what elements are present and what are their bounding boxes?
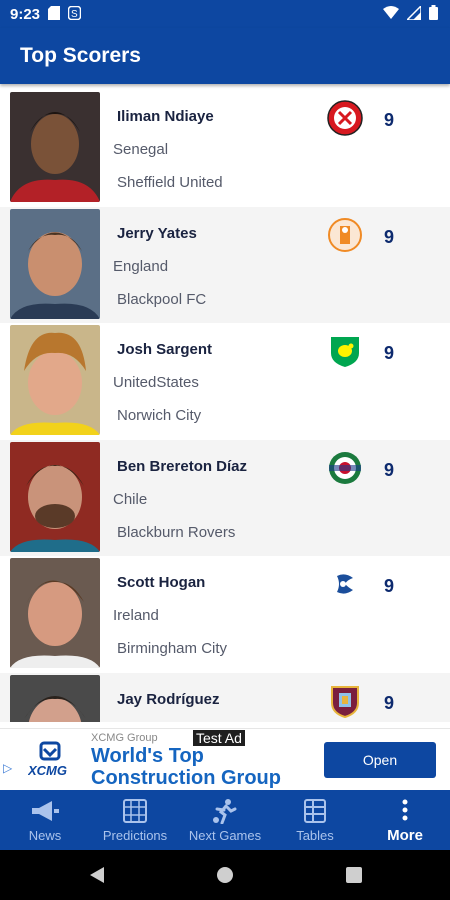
player-name: Jerry Yates [117, 224, 197, 242]
player-country: UnitedStates [113, 374, 199, 391]
player-kick-icon [212, 798, 238, 824]
nav-tables-label: Tables [296, 827, 334, 843]
goal-count: 9 [384, 110, 395, 130]
system-nav-bar [0, 850, 450, 900]
scorer-row[interactable]: Jerry Yates England Blackpool FC 9 [0, 206, 450, 323]
player-team: Birmingham City [117, 640, 228, 657]
goal-count: 9 [384, 343, 395, 363]
scorer-row[interactable]: Scott Hogan Ireland Birmingham City 9 [0, 556, 450, 673]
ad-open-button[interactable]: Open [324, 742, 436, 778]
table-icon [304, 798, 326, 824]
player-team: Blackpool FC [117, 290, 207, 308]
player-photo [10, 325, 100, 435]
player-photo [10, 674, 100, 722]
scorer-row[interactable]: Josh Sargent UnitedStates Norwich City 9 [0, 323, 450, 440]
player-country: Ireland [113, 607, 159, 624]
svg-text:S: S [71, 9, 78, 20]
wifi-icon [383, 6, 399, 22]
signal-icon [405, 3, 422, 23]
megaphone-icon [30, 798, 60, 824]
grid-icon [123, 798, 147, 824]
app-bar: Top Scorers [0, 28, 450, 84]
player-team: Sheffield United [117, 174, 223, 191]
blackburn-badge-icon [327, 450, 363, 486]
logo-text: XCMG [28, 763, 67, 778]
scorer-row[interactable]: Iliman Ndiaye Senegal Sheffield United 9 [0, 90, 450, 207]
nav-next-games[interactable]: Next Games [180, 790, 270, 850]
player-photo [10, 208, 100, 319]
goal-count: 9 [384, 692, 395, 713]
page-title: Top Scorers [20, 44, 141, 67]
more-vertical-icon [402, 797, 408, 823]
nav-news[interactable]: News [0, 790, 90, 850]
ad-banner[interactable]: ▷ XCMG XCMG Group Test Ad World's Top Co… [0, 728, 450, 791]
player-country: England [113, 257, 169, 275]
sd-card-icon [48, 5, 61, 23]
player-name: Scott Hogan [117, 574, 206, 591]
nav-next-games-label: Next Games [188, 827, 262, 843]
recent-apps-icon[interactable] [345, 866, 363, 889]
nav-more[interactable]: More [360, 790, 450, 850]
player-country: Senegal [113, 141, 169, 158]
adchoices-play-icon[interactable]: ▷ [3, 761, 12, 775]
player-name: Jay Rodríguez [117, 690, 220, 708]
nav-predictions-label: Predictions [102, 827, 168, 843]
scorer-row[interactable]: Jay Rodríguez 9 [0, 672, 450, 722]
status-bar: 9:23 S [0, 0, 450, 28]
test-ad-label: Test Ad [193, 730, 245, 746]
bottom-nav: News Predictions Next Games Tables More [0, 790, 450, 850]
scorers-list[interactable]: Iliman Ndiaye Senegal Sheffield United 9… [0, 90, 450, 722]
norwich-badge-icon [327, 333, 363, 369]
goal-count: 9 [384, 226, 395, 247]
player-name: Ben Brereton Díaz [117, 457, 248, 475]
player-team: Blackburn Rovers [117, 523, 236, 541]
back-icon[interactable] [88, 866, 106, 889]
sheffield-united-badge-icon [327, 100, 363, 136]
nav-tables[interactable]: Tables [270, 790, 360, 850]
burnley-badge-icon [327, 683, 363, 719]
scorer-row[interactable]: Ben Brereton Díaz Chile Blackburn Rovers… [0, 439, 450, 556]
blackpool-badge-icon [327, 217, 363, 253]
battery-icon [429, 5, 438, 23]
nav-news-label: News [28, 827, 62, 843]
player-name: Josh Sargent [117, 341, 213, 358]
goal-count: 9 [384, 576, 395, 596]
birmingham-badge-icon [327, 566, 363, 602]
xcmg-logo-icon: XCMG [27, 741, 80, 779]
player-name: Iliman Ndiaye [117, 108, 214, 125]
player-photo [10, 441, 100, 552]
ad-brand: XCMG Group [91, 732, 158, 744]
player-photo [10, 92, 100, 202]
nav-more-label: More [387, 826, 423, 844]
status-time: 9:23 [10, 5, 41, 23]
player-photo [10, 558, 100, 668]
ad-headline[interactable]: World's Top Construction Group [91, 745, 311, 789]
sync-icon: S [67, 5, 82, 23]
home-icon[interactable] [216, 866, 234, 889]
player-country: Chile [113, 490, 148, 508]
player-team: Norwich City [117, 407, 202, 424]
goal-count: 9 [384, 459, 395, 480]
nav-predictions[interactable]: Predictions [90, 790, 180, 850]
